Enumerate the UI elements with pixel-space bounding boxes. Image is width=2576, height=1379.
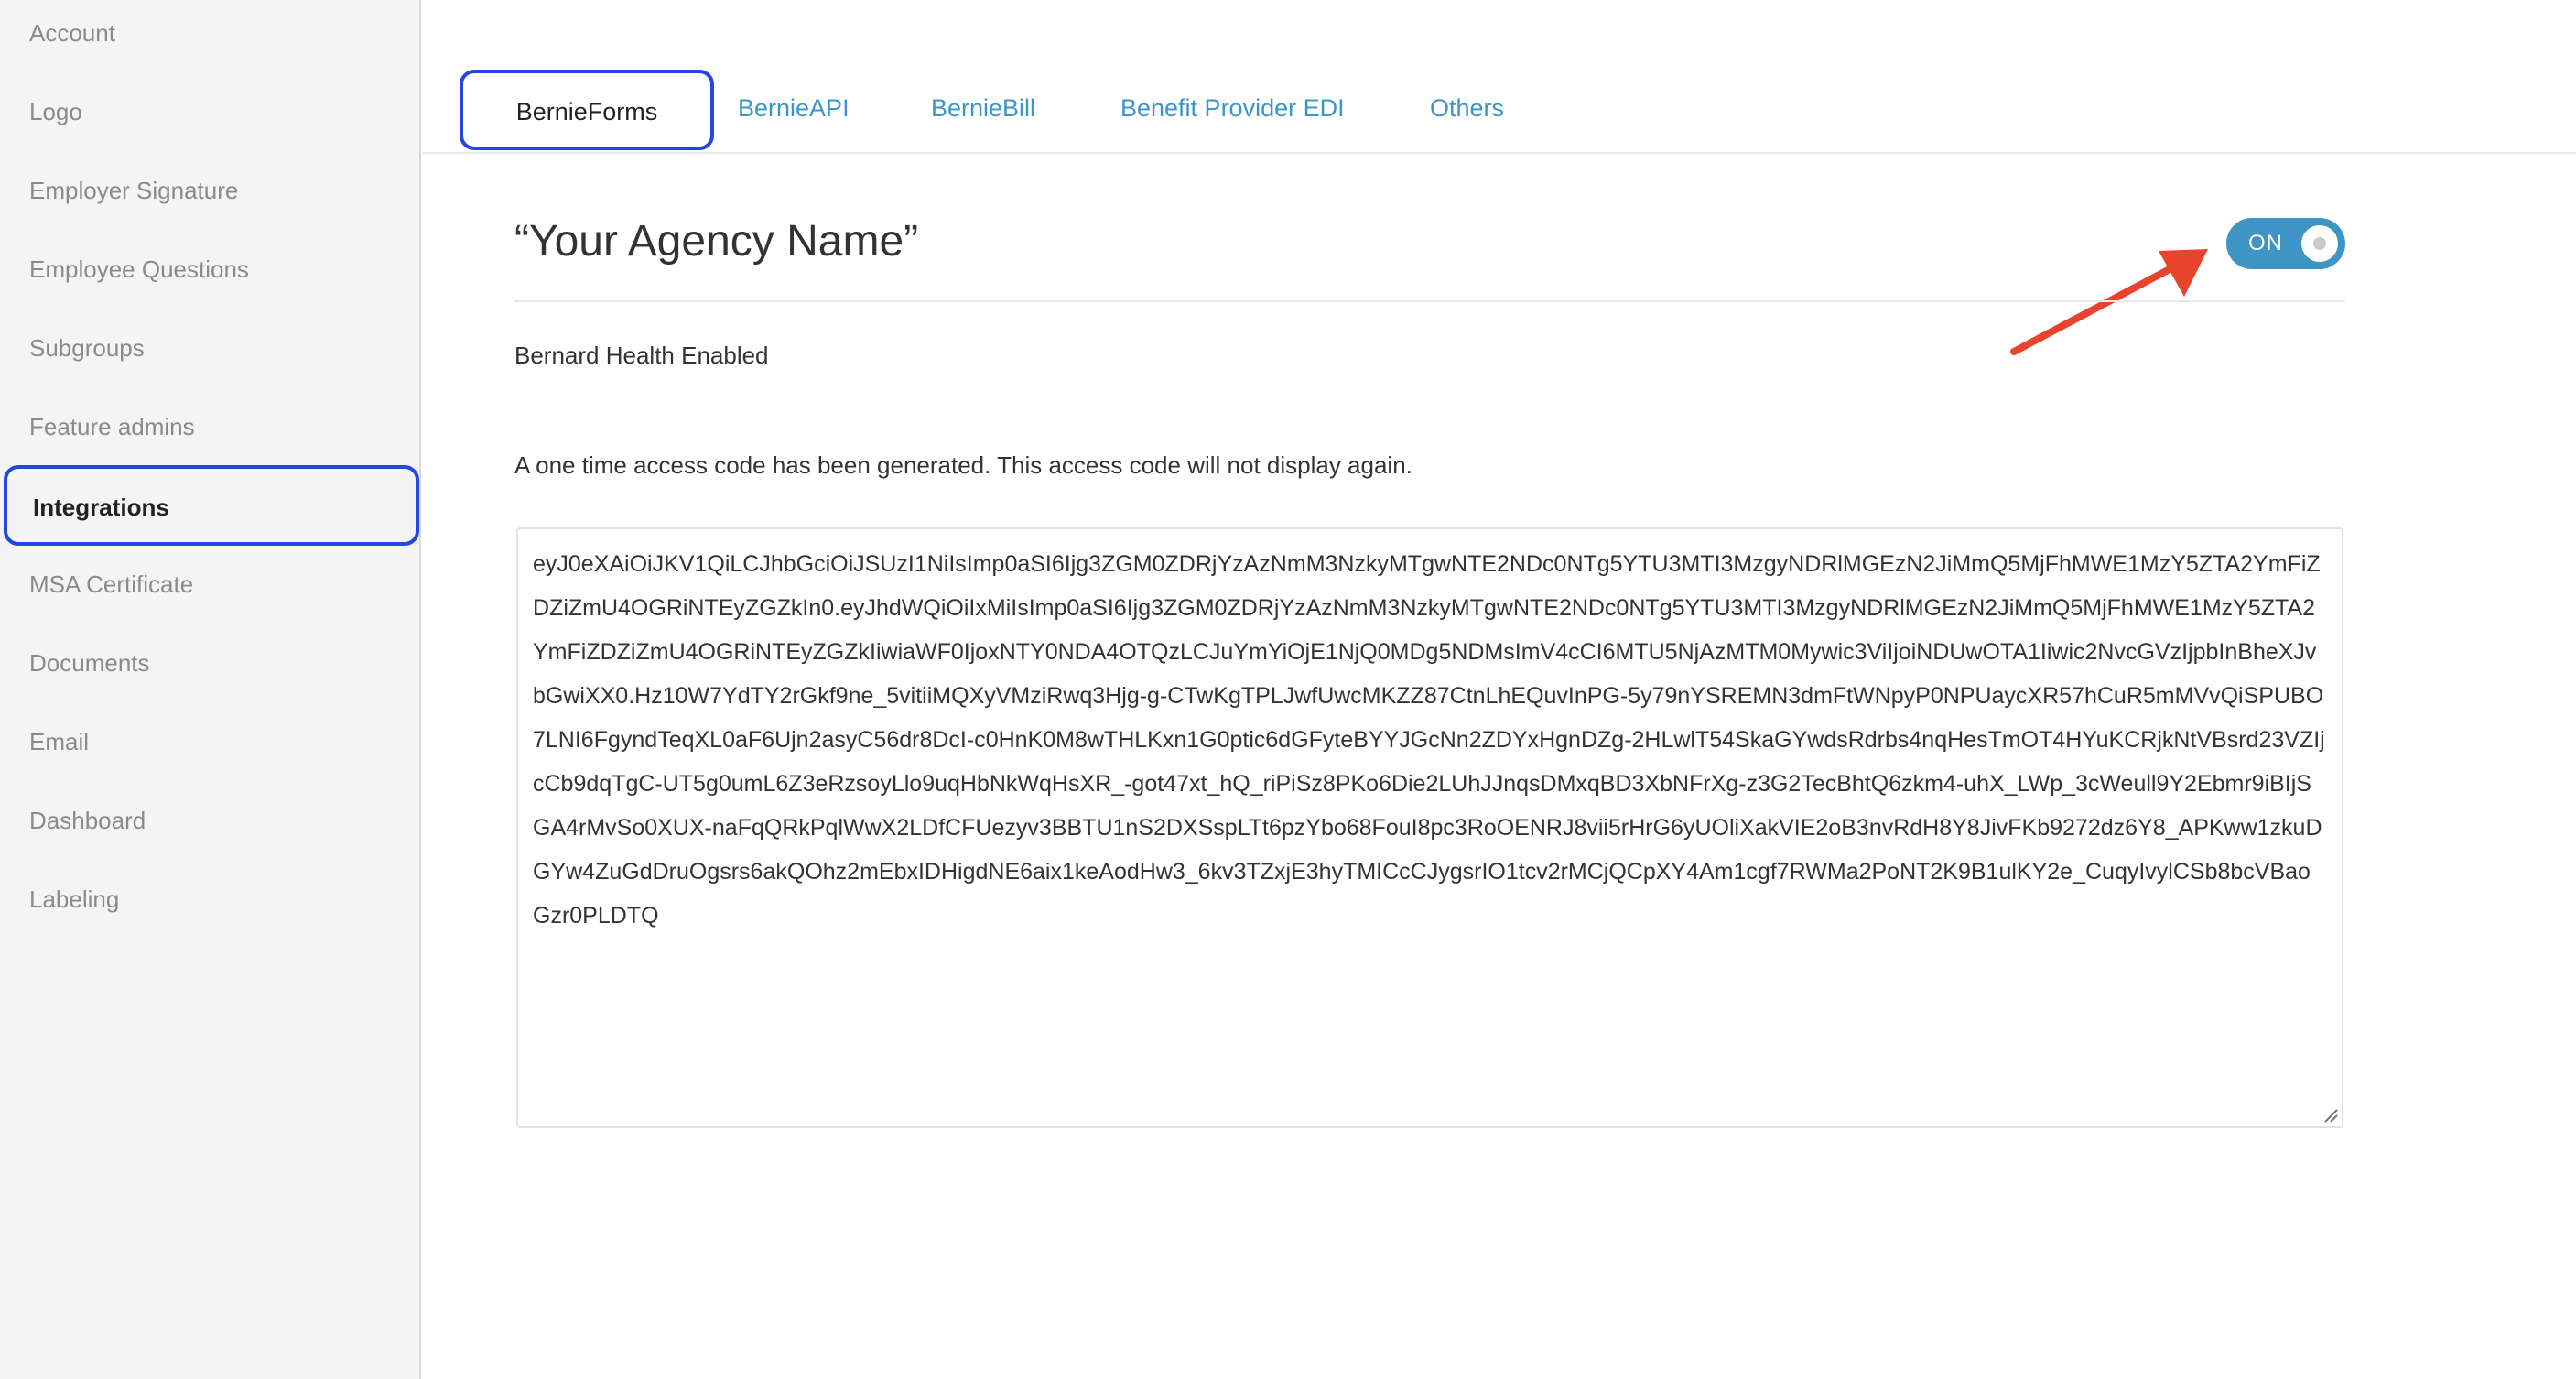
- sidebar-item-account[interactable]: Account: [29, 15, 115, 51]
- toggle-label: ON: [2248, 231, 2283, 255]
- integration-status-text: Bernard Health Enabled: [514, 342, 769, 369]
- toggle-knob: [2301, 225, 2338, 262]
- sidebar-item-integrations[interactable]: Integrations: [4, 465, 419, 546]
- sidebar-item-subgroups[interactable]: Subgroups: [29, 330, 145, 366]
- tab-bernieforms[interactable]: BernieForms: [460, 70, 714, 150]
- access-code-textarea[interactable]: eyJ0eXAiOiJKV1QiLCJhbGciOiJSUzI1NiIsImp0…: [516, 527, 2343, 1128]
- sidebar-item-documents[interactable]: Documents: [29, 645, 150, 681]
- sidebar-item-labeling[interactable]: Labeling: [29, 881, 119, 918]
- integration-tabs: BernieForms BernieAPI BernieBill Benefit…: [423, 0, 2576, 154]
- agency-name-title: “Your Agency Name”: [514, 217, 919, 266]
- sidebar-item-msa-certificate[interactable]: MSA Certificate: [29, 566, 193, 603]
- tab-benefit-provider-edi[interactable]: Benefit Provider EDI: [1120, 70, 1345, 150]
- sidebar-item-feature-admins[interactable]: Feature admins: [29, 408, 195, 445]
- sidebar-item-email[interactable]: Email: [29, 723, 89, 760]
- access-code-notice: A one time access code has been generate…: [514, 451, 1412, 479]
- access-code-value: eyJ0eXAiOiJKV1QiLCJhbGciOiJSUzI1NiIsImp0…: [533, 551, 2325, 928]
- sidebar-item-employee-questions[interactable]: Employee Questions: [29, 251, 249, 288]
- toggle-knob-dot: [2313, 237, 2326, 250]
- tab-berniebill[interactable]: BernieBill: [931, 70, 1035, 150]
- sidebar-item-employer-signature[interactable]: Employer Signature: [29, 172, 238, 209]
- title-divider: [514, 300, 2345, 302]
- resize-handle-icon[interactable]: [2322, 1106, 2338, 1123]
- annotation-arrow-icon: [2010, 249, 2208, 355]
- settings-sidebar: Account Logo Employer Signature Employee…: [0, 0, 421, 1379]
- sidebar-item-dashboard[interactable]: Dashboard: [29, 802, 146, 839]
- tab-others[interactable]: Others: [1430, 70, 1504, 150]
- sidebar-item-logo[interactable]: Logo: [29, 93, 82, 130]
- enable-toggle[interactable]: ON: [2226, 218, 2345, 269]
- tab-bernieapi[interactable]: BernieAPI: [738, 70, 850, 150]
